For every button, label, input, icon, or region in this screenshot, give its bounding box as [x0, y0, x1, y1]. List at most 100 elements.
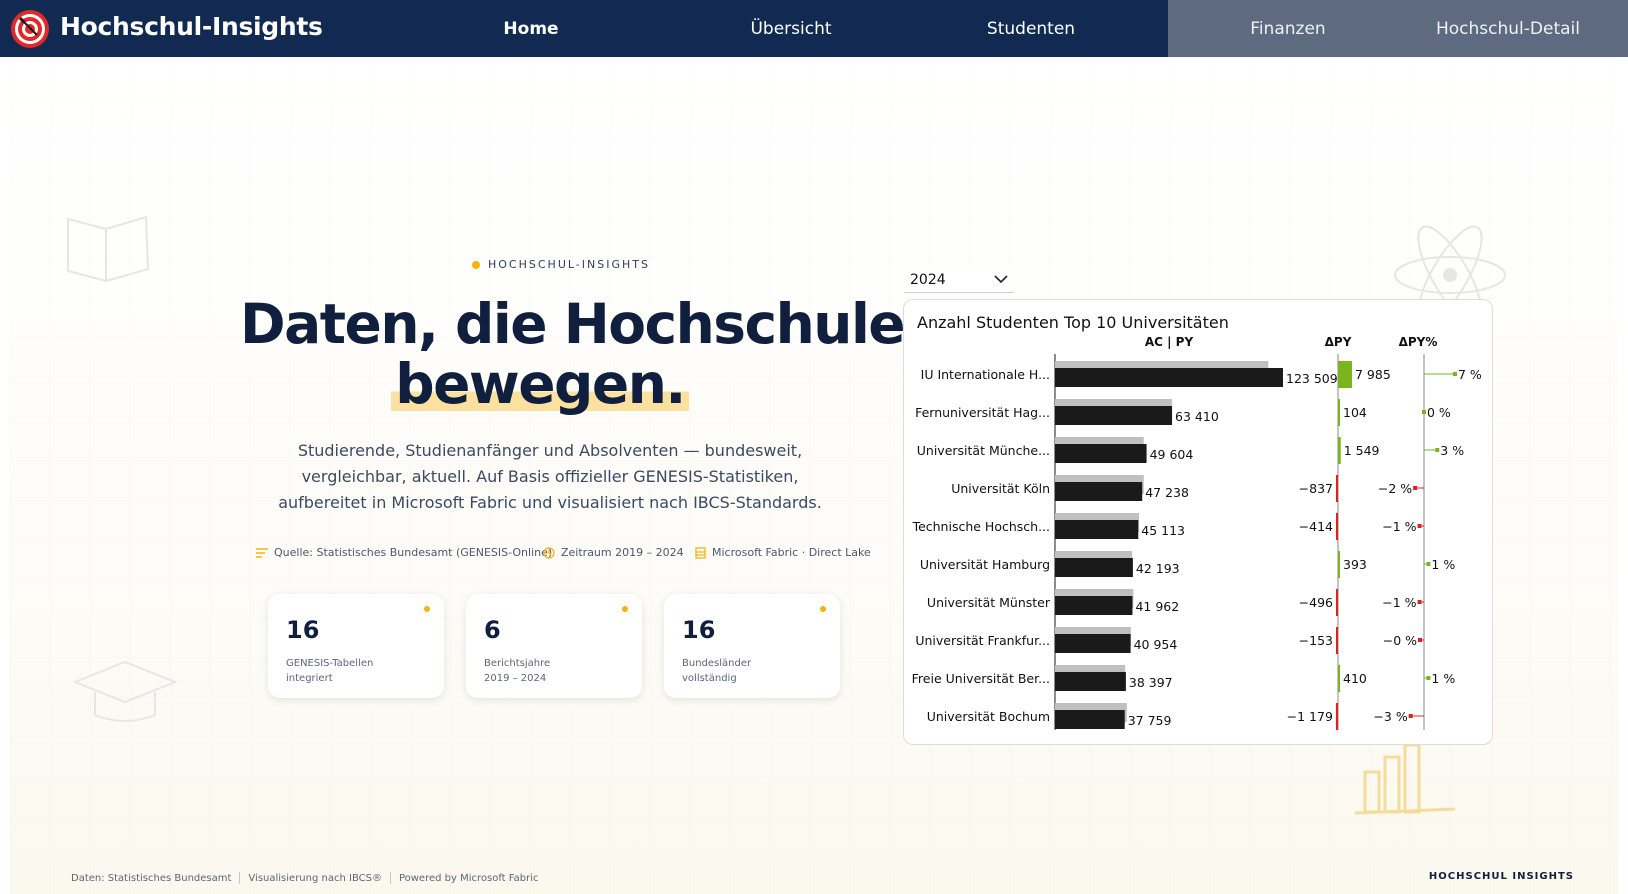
category-label: Universität Frankfur...	[915, 633, 1050, 648]
ac-value-label: 40 954	[1134, 637, 1178, 652]
delta-bar	[1338, 437, 1341, 464]
kpi-value: 16	[682, 616, 716, 644]
delta-pct-label: 3 %	[1440, 443, 1464, 458]
eyebrow-label: HOCHSCHUL-INSIGHTS	[472, 258, 650, 271]
meta-period: Zeitraum 2019 – 2024	[543, 546, 684, 559]
delta-pct-head	[1413, 486, 1418, 490]
footer-brand: HOCHSCHUL INSIGHTS	[1428, 871, 1574, 882]
delta-bar	[1338, 399, 1340, 426]
delta-pct-label: −1 %	[1382, 519, 1416, 534]
category-label: Universität Bochum	[927, 709, 1050, 724]
delta-pct-label: −1 %	[1382, 595, 1416, 610]
tab-studenten[interactable]: Studenten	[911, 0, 1151, 57]
meta-source: Quelle: Statistisches Bundesamt (GENESIS…	[256, 546, 552, 559]
ac-value-label: 42 193	[1136, 561, 1180, 576]
kpi-card: 6 Berichtsjahre 2019 – 2024	[466, 594, 642, 698]
tab-uebersicht[interactable]: Übersicht	[671, 0, 911, 57]
ac-bar	[1055, 558, 1133, 577]
footer-item: Daten: Statistisches Bundesamt	[71, 873, 232, 884]
meta-platform: Microsoft Fabric · Direct Lake	[695, 546, 871, 559]
column-header-delta-pct: ΔPY%	[1399, 335, 1438, 349]
meta-period-text: Zeitraum 2019 – 2024	[561, 546, 684, 559]
accent-dot-icon	[424, 606, 430, 612]
eyebrow-text: HOCHSCHUL-INSIGHTS	[488, 258, 650, 271]
graduation-cap-icon	[72, 660, 178, 722]
delta-bar	[1338, 665, 1340, 692]
delta-pct-label: 7 %	[1458, 367, 1482, 382]
accent-dot-icon	[820, 606, 826, 612]
chart-card: Anzahl Studenten Top 10 Universitäten AC …	[903, 299, 1493, 745]
chart-title: Anzahl Studenten Top 10 Universitäten	[917, 313, 1229, 332]
delta-bar	[1336, 513, 1338, 540]
accent-dot-icon	[622, 606, 628, 612]
accent-dot-icon	[472, 260, 480, 269]
delta-pct-head	[1453, 372, 1457, 376]
list-icon	[256, 547, 268, 558]
hero-title-line1: Daten, die Hochschulen	[240, 292, 943, 356]
ac-bar	[1055, 520, 1139, 539]
category-label: Freie Universität Ber...	[912, 671, 1050, 686]
year-slicer[interactable]: 2024	[904, 269, 1014, 293]
chevron-down-icon[interactable]	[994, 274, 1008, 284]
delta-value-label: 7 985	[1355, 367, 1391, 382]
kpi-label: GENESIS-Tabellen integriert	[286, 658, 374, 684]
category-label: Fernuniversität Hag...	[915, 405, 1050, 420]
top10-chart: Anzahl Studenten Top 10 Universitäten AC …	[912, 313, 1482, 730]
delta-pct-label: 0 %	[1427, 405, 1451, 420]
column-header-ac-py: AC | PY	[1145, 335, 1194, 349]
ac-value-label: 49 604	[1150, 447, 1194, 462]
category-label: Universität Münche...	[917, 443, 1050, 458]
ac-bar	[1055, 444, 1147, 463]
clock-icon	[543, 546, 555, 559]
ac-value-label: 41 962	[1135, 599, 1179, 614]
database-icon	[695, 546, 706, 559]
footer-info: Daten: Statistisches Bundesamt Visualisie…	[71, 872, 538, 884]
delta-pct-head	[1408, 714, 1413, 718]
ac-bar	[1055, 406, 1173, 425]
delta-pct-head	[1426, 676, 1431, 680]
delta-value-label: 1 549	[1344, 443, 1380, 458]
kpi-card: 16 Bundesländer vollständig	[664, 594, 840, 698]
page: Hochschul-Insights Home Übersicht Studen…	[0, 0, 1628, 894]
delta-pct-head	[1435, 448, 1440, 452]
delta-pct-label: −2 %	[1378, 481, 1412, 496]
category-label: Universität Münster	[927, 595, 1051, 610]
delta-pct-label: −3 %	[1373, 709, 1407, 724]
kpi-value: 16	[286, 616, 320, 644]
delta-pct-label: 1 %	[1431, 671, 1455, 686]
delta-bar	[1336, 589, 1338, 616]
delta-value-label: −837	[1299, 481, 1333, 496]
delta-bar	[1338, 551, 1340, 578]
year-slicer-value: 2024	[910, 272, 946, 288]
tab-finanzen[interactable]: Finanzen	[1168, 0, 1408, 57]
ac-bar	[1055, 634, 1131, 653]
kpi-label: Bundesländer vollständig	[682, 658, 752, 684]
ac-bar	[1055, 710, 1125, 729]
delta-value-label: −496	[1299, 595, 1333, 610]
delta-value-label: 104	[1343, 405, 1367, 420]
bar-chart-deco-icon	[1354, 743, 1456, 815]
delta-bar	[1336, 627, 1338, 654]
hero-title-line2: bewegen.	[240, 352, 840, 416]
ac-value-label: 38 397	[1129, 675, 1173, 690]
delta-value-label: 410	[1343, 671, 1367, 686]
ac-bar	[1055, 482, 1143, 501]
ac-value-label: 37 759	[1128, 713, 1172, 728]
delta-value-label: −414	[1299, 519, 1333, 534]
book-icon	[67, 215, 150, 283]
delta-pct-head	[1426, 562, 1431, 566]
delta-value-label: −1 179	[1287, 709, 1333, 724]
footer-item: Powered by Microsoft Fabric	[398, 873, 539, 884]
hero-lead-text: Studierende, Studienanfänger und Absolve…	[278, 441, 822, 512]
tab-home[interactable]: Home	[411, 0, 651, 57]
ac-value-label: 47 238	[1145, 485, 1189, 500]
delta-pct-label: 1 %	[1431, 557, 1455, 572]
ac-bar	[1055, 596, 1133, 615]
tab-hochschul-detail[interactable]: Hochschul-Detail	[1388, 0, 1628, 57]
delta-bar	[1338, 361, 1352, 388]
delta-value-label: −153	[1299, 633, 1333, 648]
ac-value-label: 45 113	[1141, 523, 1185, 538]
brand-title: Hochschul-Insights	[60, 12, 323, 41]
category-label: Technische Hochsch...	[912, 519, 1050, 534]
ac-value-label: 63 410	[1175, 409, 1219, 424]
